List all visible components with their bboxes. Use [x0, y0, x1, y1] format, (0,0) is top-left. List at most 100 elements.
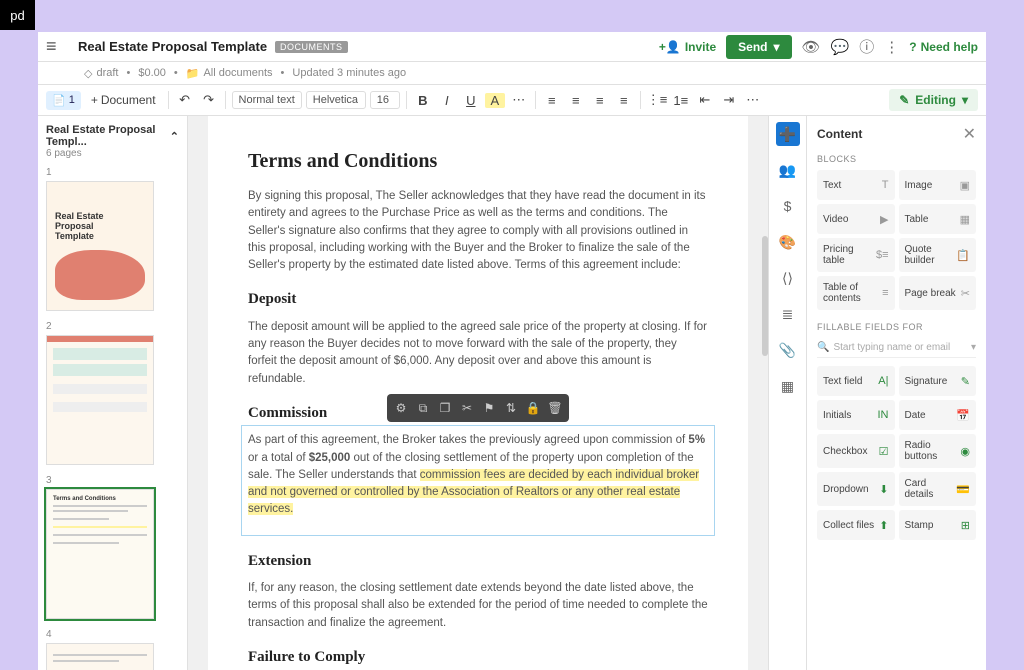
editing-mode[interactable]: ✎ Editing ▾: [889, 89, 978, 111]
block-pagebreak[interactable]: Page break✂: [899, 276, 977, 310]
page-thumbnail-1[interactable]: Real EstateProposalTemplate: [46, 181, 154, 311]
apps-icon[interactable]: ▦: [776, 374, 800, 398]
variables-icon[interactable]: ⟨⟩: [776, 266, 800, 290]
folder-link[interactable]: 📁 All documents: [186, 67, 273, 80]
blocks-grid: TextT Image▣ Video▶ Table▦ Pricing table…: [817, 170, 976, 310]
pricing-icon[interactable]: $: [776, 194, 800, 218]
flag-icon[interactable]: ⚑: [479, 398, 499, 418]
field-initials[interactable]: InitialsIN: [817, 400, 895, 430]
doc-chip[interactable]: 📄 1: [46, 91, 81, 110]
paragraph[interactable]: As part of this agreement, the Broker ta…: [248, 432, 708, 518]
people-icon[interactable]: 👥: [776, 158, 800, 182]
preview-icon[interactable]: 👁: [802, 38, 821, 56]
invite-button[interactable]: +👤 Invite: [659, 40, 716, 54]
info-icon[interactable]: ⓘ: [859, 36, 874, 57]
bullet-list-button[interactable]: ⋮≡: [647, 92, 667, 108]
block-toc[interactable]: Table of contents≡: [817, 276, 895, 310]
design-icon[interactable]: 🎨: [776, 230, 800, 254]
page-thumbnail-4[interactable]: [46, 643, 154, 670]
stamp-icon: ⊞: [961, 519, 970, 532]
block-text[interactable]: TextT: [817, 170, 895, 200]
settings-icon[interactable]: ⚙: [391, 398, 411, 418]
topbar: ≡ Real Estate Proposal Template DOCUMENT…: [38, 32, 986, 62]
field-card[interactable]: Card details💳: [899, 472, 977, 506]
indent-button[interactable]: ⇥: [719, 92, 739, 108]
outdent-button[interactable]: ⇤: [695, 92, 715, 108]
block-pricing[interactable]: Pricing table$≡: [817, 238, 895, 272]
align-justify-button[interactable]: ≡: [614, 93, 634, 108]
card-icon: 💳: [956, 483, 970, 496]
attachment-icon[interactable]: 📎: [776, 338, 800, 362]
paragraph[interactable]: If, for any reason, the closing settleme…: [248, 580, 708, 632]
fillable-label: FILLABLE FIELDS FOR: [817, 322, 976, 332]
more-list-button[interactable]: ⋯: [743, 92, 763, 108]
comment-icon[interactable]: 💬: [831, 38, 850, 56]
send-label: Send: [738, 40, 767, 54]
delete-icon[interactable]: 🗑: [545, 398, 565, 418]
adjust-icon[interactable]: ⇅: [501, 398, 521, 418]
more-format-button[interactable]: ⋯: [509, 92, 529, 108]
number-list-button[interactable]: 1≡: [671, 93, 691, 108]
document-canvas[interactable]: Terms and Conditions By signing this pro…: [188, 116, 768, 670]
page-thumbnail-2[interactable]: [46, 335, 154, 465]
underline-button[interactable]: U: [461, 93, 481, 108]
pagebreak-icon: ✂: [961, 287, 970, 300]
panel-title: Content: [817, 127, 862, 141]
field-signature[interactable]: Signature✎: [899, 366, 977, 396]
page-thumbnail-3[interactable]: Terms and Conditions: [46, 489, 154, 619]
document-title[interactable]: Real Estate Proposal Template: [78, 39, 267, 54]
block-video[interactable]: Video▶: [817, 204, 895, 234]
more-icon[interactable]: ⋮: [884, 38, 899, 56]
italic-button[interactable]: I: [437, 93, 457, 108]
recipient-search[interactable]: 🔍 Start typing name or email ▾: [817, 338, 976, 358]
block-table[interactable]: Table▦: [899, 204, 977, 234]
heading-extension[interactable]: Extension: [248, 550, 708, 573]
undo-button[interactable]: ↶: [175, 92, 195, 108]
field-checkbox[interactable]: Checkbox☑: [817, 434, 895, 468]
align-center-button[interactable]: ≡: [566, 93, 586, 108]
field-collect[interactable]: Collect files⬆: [817, 510, 895, 540]
bold-button[interactable]: B: [413, 93, 433, 108]
paragraph[interactable]: By signing this proposal, The Seller ack…: [248, 188, 708, 274]
person-add-icon: +👤: [659, 40, 681, 54]
checkbox-icon: ☑: [879, 445, 889, 458]
thumb-num: 2: [46, 321, 179, 332]
redo-button[interactable]: ↷: [199, 92, 219, 108]
field-stamp[interactable]: Stamp⊞: [899, 510, 977, 540]
content-panel: Content ✕ BLOCKS TextT Image▣ Video▶ Tab…: [806, 116, 986, 670]
field-text[interactable]: Text fieldA|: [817, 366, 895, 396]
add-document-button[interactable]: + Document: [85, 90, 162, 110]
chevron-down-icon: ▾: [962, 93, 968, 107]
collapse-icon[interactable]: ⌃: [170, 130, 179, 143]
dropdown-icon: ⬇: [879, 483, 888, 496]
close-icon[interactable]: ✕: [963, 124, 976, 144]
paragraph[interactable]: The deposit amount will be applied to th…: [248, 319, 708, 388]
size-select[interactable]: 16: [370, 91, 400, 109]
lock-icon[interactable]: 🔒: [523, 398, 543, 418]
field-radio[interactable]: Radio buttons◉: [899, 434, 977, 468]
field-date[interactable]: Date📅: [899, 400, 977, 430]
align-left-button[interactable]: ≡: [542, 93, 562, 108]
font-select[interactable]: Helvetica: [306, 91, 366, 109]
send-button[interactable]: Send ▾: [726, 35, 791, 59]
selected-text-block[interactable]: ⚙ ⧉ ❐ ✂ ⚑ ⇅ 🔒 🗑 As part of this agreemen…: [241, 425, 715, 535]
field-dropdown[interactable]: Dropdown⬇: [817, 472, 895, 506]
align-right-button[interactable]: ≡: [590, 93, 610, 108]
heading-failure[interactable]: Failure to Comply: [248, 646, 708, 669]
heading-terms[interactable]: Terms and Conditions: [248, 146, 708, 176]
heading-deposit[interactable]: Deposit: [248, 288, 708, 311]
block-quote[interactable]: Quote builder📋: [899, 238, 977, 272]
block-image[interactable]: Image▣: [899, 170, 977, 200]
scrollbar[interactable]: [762, 236, 768, 356]
cut-icon[interactable]: ✂: [457, 398, 477, 418]
help-button[interactable]: ? Need help: [909, 40, 978, 54]
duplicate-icon[interactable]: ❐: [435, 398, 455, 418]
copy-icon[interactable]: ⧉: [413, 398, 433, 418]
highlight-button[interactable]: A: [485, 93, 505, 108]
content-tab-icon[interactable]: ➕: [776, 122, 800, 146]
layers-icon[interactable]: ≣: [776, 302, 800, 326]
fields-grid: Text fieldA| Signature✎ InitialsIN Date📅…: [817, 366, 976, 540]
menu-icon[interactable]: ≡: [46, 36, 70, 57]
main: Real Estate Proposal Templ... ⌃ 6 pages …: [38, 116, 986, 670]
style-select[interactable]: Normal text: [232, 91, 302, 109]
